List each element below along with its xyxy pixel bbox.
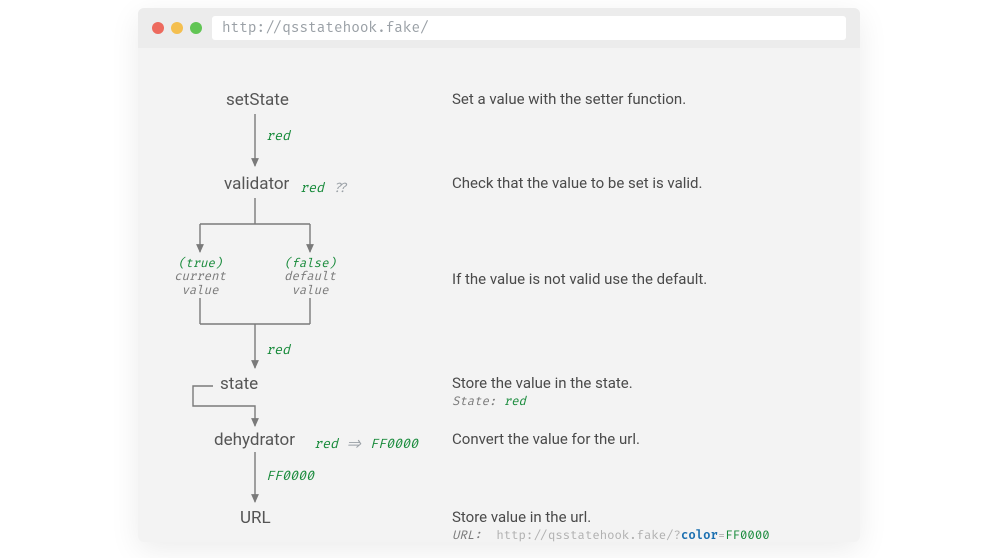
validator-annot-qq: ??: [332, 180, 348, 196]
desc-state: Store the value in the state.: [452, 374, 633, 392]
close-icon[interactable]: [152, 22, 164, 34]
desc-state-sub: State: red: [452, 394, 526, 409]
node-dehydrator: dehydrator: [214, 430, 295, 450]
edge-dehydrator-url-label: FF0000: [266, 468, 314, 484]
dehydrator-annotation: red => FF0000: [314, 436, 418, 452]
window-controls: [152, 22, 202, 34]
edge-branches-state-label: red: [266, 342, 290, 358]
validator-annot-value: red: [300, 180, 324, 196]
maximize-icon[interactable]: [190, 22, 202, 34]
browser-window: http://qsstatehook.fake/: [138, 8, 860, 542]
branch-false-sublabel: default value: [280, 270, 340, 299]
dehydrator-annot-in: red: [314, 436, 338, 452]
address-bar[interactable]: http://qsstatehook.fake/: [212, 16, 846, 40]
edge-setstate-validator-label: red: [266, 128, 290, 144]
flow-lines: [138, 48, 860, 542]
desc-state-sub-label: State:: [452, 394, 496, 409]
node-state: state: [220, 374, 258, 394]
desc-url-sub-val: FF0000: [725, 528, 769, 543]
diagram: setState validator state dehydrator URL …: [138, 48, 860, 542]
node-validator: validator: [224, 174, 289, 194]
titlebar: http://qsstatehook.fake/: [138, 8, 860, 48]
desc-dehydrator: Convert the value for the url.: [452, 430, 640, 448]
desc-state-sub-value: red: [504, 394, 526, 409]
desc-branches: If the value is not valid use the defaul…: [452, 270, 707, 288]
desc-url-sub-label: URL:: [452, 528, 482, 543]
desc-url-sub-key: color: [681, 528, 718, 543]
validator-annotation: red ??: [300, 180, 348, 196]
desc-url-sub: URL: http://qsstatehook.fake/?color=FF00…: [452, 528, 770, 543]
minimize-icon[interactable]: [171, 22, 183, 34]
node-url: URL: [240, 508, 271, 528]
dehydrator-annot-out: FF0000: [370, 436, 418, 452]
desc-validator: Check that the value to be set is valid.: [452, 174, 702, 192]
branch-true-sublabel: current value: [170, 270, 230, 299]
desc-url-sub-base: http://qsstatehook.fake/?: [496, 528, 681, 543]
node-setstate: setState: [226, 90, 289, 110]
desc-url: Store value in the url.: [452, 508, 591, 526]
dehydrator-annot-arrow: =>: [346, 436, 362, 452]
desc-setstate: Set a value with the setter function.: [452, 90, 686, 108]
